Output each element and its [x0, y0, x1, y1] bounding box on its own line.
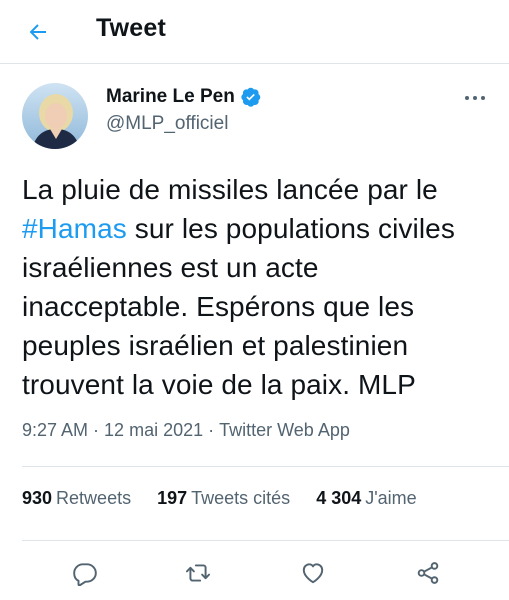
tweet-metadata: 9:27 AM · 12 mai 2021 · Twitter Web App: [22, 420, 350, 441]
retweets-stat[interactable]: 930 Retweets: [22, 488, 131, 509]
quotes-label: Tweets cités: [191, 488, 291, 508]
tweet-time[interactable]: 9:27 AM: [22, 420, 88, 440]
tweet-text: La pluie de missiles lancée par le #Hama…: [22, 170, 492, 404]
more-options-button[interactable]: [459, 86, 491, 110]
tweet-date[interactable]: 12 mai 2021: [104, 420, 203, 440]
like-button[interactable]: [298, 558, 328, 588]
profile-photo: [22, 83, 88, 149]
share-icon: [417, 562, 439, 584]
retweet-button[interactable]: [183, 558, 213, 588]
reply-button[interactable]: [70, 558, 100, 588]
more-horizontal-icon: [465, 96, 485, 100]
retweet-icon: [185, 564, 211, 582]
author-handle[interactable]: @MLP_officiel: [106, 113, 228, 135]
avatar[interactable]: [22, 83, 88, 149]
like-icon: [302, 563, 324, 584]
back-button[interactable]: [22, 16, 54, 48]
page-title: Tweet: [96, 14, 166, 42]
verified-badge-icon: [241, 87, 261, 107]
tweet-source[interactable]: Twitter Web App: [219, 420, 350, 440]
quote-tweets-stat[interactable]: 197 Tweets cités: [157, 488, 290, 509]
hashtag-link[interactable]: #Hamas: [22, 213, 127, 244]
tweet-text-start: La pluie de missiles lancée par le: [22, 174, 438, 205]
share-button[interactable]: [413, 558, 443, 588]
top-bar: Tweet: [0, 0, 509, 64]
action-bar: [0, 548, 509, 596]
divider: [22, 540, 509, 541]
retweets-count: 930: [22, 488, 53, 508]
author-name-row: Marine Le Pen: [106, 86, 261, 108]
likes-label: J'aime: [365, 488, 417, 508]
likes-stat[interactable]: 4 304 J'aime: [316, 488, 417, 509]
engagement-stats: 930 Retweets 197 Tweets cités 4 304 J'aime: [22, 488, 443, 509]
retweets-label: Retweets: [56, 488, 132, 508]
reply-icon: [73, 563, 97, 586]
author-name[interactable]: Marine Le Pen: [106, 86, 235, 108]
arrow-left-icon: [29, 24, 46, 40]
separator: ·: [93, 420, 100, 440]
likes-count: 4 304: [316, 488, 362, 508]
divider: [22, 466, 509, 467]
separator: ·: [208, 420, 215, 440]
quotes-count: 197: [157, 488, 188, 508]
